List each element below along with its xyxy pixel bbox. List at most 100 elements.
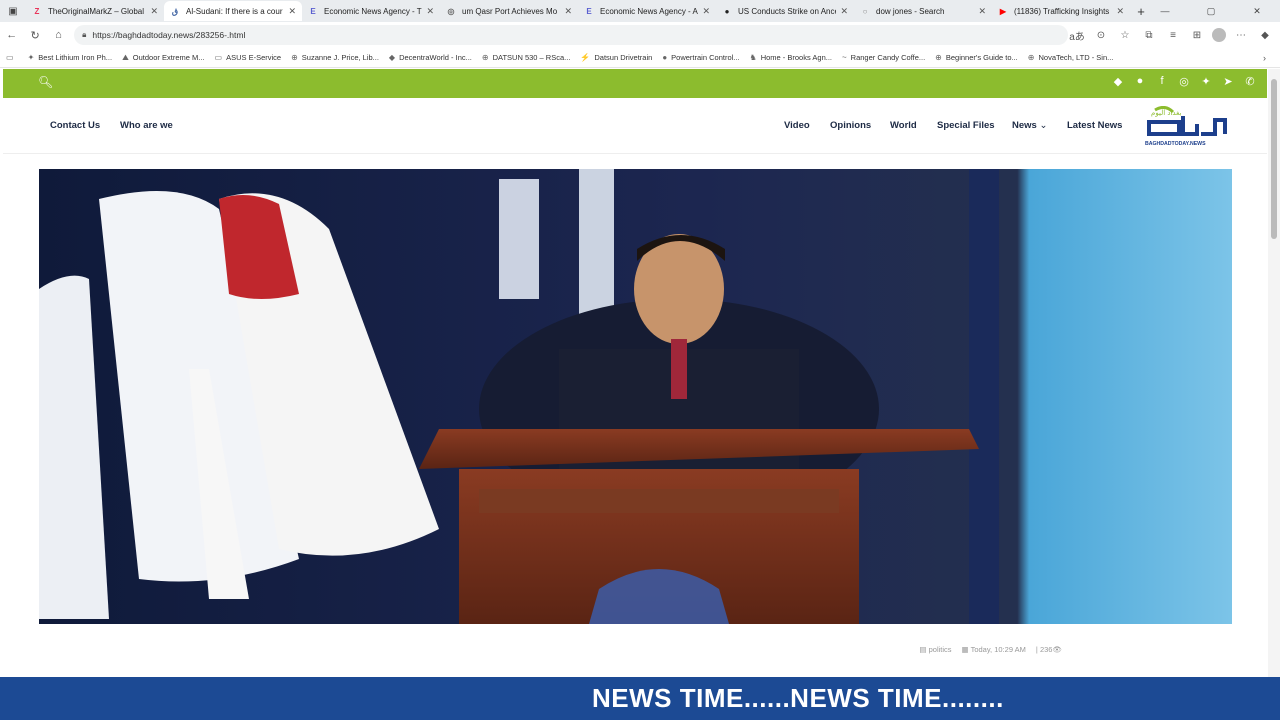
nav-opinions[interactable]: Opinions — [830, 120, 871, 131]
browser-tab[interactable]: E Economic News Agency - A ✕ — [578, 1, 716, 21]
scrollbar-thumb[interactable] — [1271, 79, 1277, 239]
tab-close-icon[interactable]: ✕ — [1116, 6, 1124, 17]
browser-tab[interactable]: Z TheOriginalMarkZ – Global ✕ — [26, 1, 164, 21]
nav-video[interactable]: Video — [784, 120, 810, 131]
tab-close-icon[interactable]: ✕ — [840, 6, 848, 17]
tab-favicon-icon: ● — [724, 6, 730, 16]
read-aloud-icon[interactable]: aあ — [1068, 28, 1086, 43]
bookmark-item[interactable]: ● Powertrain Control... — [662, 53, 739, 63]
bookmark-favicon-icon: ⊕ — [935, 53, 942, 62]
bookmark-favicon-icon: ● — [662, 53, 668, 62]
tab-title: um Qasr Port Achieves Mo — [462, 6, 558, 16]
logo-english-text: BAGHDADTODAY.NEWS — [1145, 141, 1206, 147]
bookmark-item[interactable]: ◆ DecentraWorld - Inc... — [389, 53, 472, 63]
browser-tab[interactable]: ○ dow jones - Search ✕ — [854, 1, 992, 21]
tab-close-icon[interactable]: ✕ — [150, 6, 158, 17]
bookmark-favicon-icon: ♞ — [749, 53, 757, 62]
more-tools-icon[interactable]: ⊙ — [1092, 30, 1110, 41]
tab-actions-icon[interactable]: ▣ — [0, 0, 26, 22]
bookmark-favicon-icon: ~ — [842, 53, 847, 62]
bookmark-favicon-icon: ⊕ — [1027, 53, 1035, 62]
instagram-icon[interactable]: ◎ — [1177, 75, 1191, 88]
whatsapp-icon[interactable]: ✆ — [1243, 75, 1257, 88]
tab-title: US Conducts Strike on Ance — [738, 6, 837, 16]
tab-favicon-icon: Z — [34, 6, 40, 16]
nav-world[interactable]: World — [890, 120, 917, 131]
bookmark-item[interactable]: ⊕ Suzanne J. Price, Lib... — [291, 53, 379, 63]
tab-favicon-icon: ق — [171, 6, 179, 16]
reload-icon[interactable]: ↻ — [23, 29, 46, 42]
twitter-icon[interactable]: ✦ — [1199, 75, 1213, 88]
bookmark-label: Ranger Candy Coffe... — [850, 53, 926, 62]
settings-menu-icon[interactable]: ⋯ — [1232, 30, 1250, 41]
bookmark-label: Suzanne J. Price, Lib... — [301, 53, 379, 62]
home-icon[interactable]: ⌂ — [47, 29, 70, 41]
extensions-icon[interactable]: ⧉ — [1140, 30, 1158, 41]
bookmark-item[interactable]: ✦ Best Lithium Iron Ph... — [28, 53, 113, 63]
chevron-down-icon: ⌄ — [1039, 120, 1048, 131]
article-hero-image — [39, 169, 1232, 624]
tab-close-icon[interactable]: ✕ — [288, 6, 296, 17]
tab-close-icon[interactable]: ✕ — [564, 6, 572, 17]
site-navigation: Contact Us Who are we Video Opinions Wor… — [3, 98, 1267, 154]
url-text: https://baghdadtoday.news/283256-.html — [92, 30, 246, 40]
bookmark-label: Outdoor Extreme M... — [132, 53, 205, 62]
telegram-icon[interactable]: ➤ — [1221, 75, 1235, 88]
browser-tab[interactable]: ق Al-Sudani: If there is a cour ✕ — [164, 1, 302, 21]
browser-tab[interactable]: ● US Conducts Strike on Ance ✕ — [716, 1, 854, 21]
browser-tab[interactable]: ▶ (11836) Trafficking Insights ✕ — [992, 1, 1130, 21]
tab-close-icon[interactable]: ✕ — [426, 6, 434, 17]
bookmark-item[interactable]: ♞ Home - Brooks Agn... — [750, 53, 832, 63]
bookmark-item[interactable]: ~ Ranger Candy Coffe... — [842, 53, 925, 63]
nav-who-are-we[interactable]: Who are we — [120, 120, 173, 131]
bookmark-favicon-icon: ⚡ — [580, 53, 591, 62]
bookmark-label: Home - Brooks Agn... — [760, 53, 832, 62]
browser-tab[interactable]: E Economic News Agency - Th ✕ — [302, 1, 440, 21]
bookmarks-overflow-icon[interactable]: › — [1263, 53, 1266, 63]
copilot-icon[interactable]: ◆ — [1256, 30, 1274, 41]
lock-icon: 🔒︎ — [82, 30, 87, 39]
minimize-icon[interactable]: — — [1142, 0, 1188, 22]
page-scrollbar[interactable] — [1268, 69, 1280, 677]
profile-avatar[interactable] — [1212, 28, 1226, 42]
favorites-icon[interactable]: ≡ — [1164, 30, 1182, 41]
url-field[interactable]: 🔒︎ https://baghdadtoday.news/283256-.htm… — [74, 25, 1068, 45]
bookmark-favicon-icon: ⛰ — [122, 52, 129, 62]
bookmark-label: Best Lithium Iron Ph... — [38, 53, 113, 62]
facebook-icon[interactable]: f — [1155, 75, 1169, 88]
category-text: politics — [928, 645, 952, 654]
bookmarks-folder-icon[interactable]: ▭ — [6, 53, 18, 62]
nav-latest-news[interactable]: Latest News — [1067, 120, 1122, 131]
bookmark-item[interactable]: ⊕ NovaTech, LTD - Sin... — [1028, 53, 1114, 63]
search-icon[interactable]: 🔍︎ — [38, 75, 53, 89]
window-controls: — ▢ ✕ — [1142, 0, 1280, 22]
bookmark-item[interactable]: ⚡ Datsun Drivetrain — [580, 53, 652, 63]
browser-tab[interactable]: ◎ um Qasr Port Achieves Mo ✕ — [440, 1, 578, 21]
site-logo[interactable]: بغداد اليوم BAGHDADTODAY.NEWS — [1143, 106, 1235, 148]
bookmark-item[interactable]: ⊕ DATSUN 530 – RSca... — [482, 53, 571, 63]
nav-news[interactable]: News ⌄ — [1012, 120, 1047, 131]
bookmark-label: Datsun Drivetrain — [594, 53, 653, 62]
bookmark-favicon-icon: ✦ — [27, 53, 35, 62]
ticker-text: NEWS TIME......NEWS TIME........ — [592, 683, 1004, 713]
tab-close-icon[interactable]: ✕ — [978, 6, 986, 17]
nav-special-files[interactable]: Special Files — [937, 120, 995, 131]
bookmark-item[interactable]: ⛰ Outdoor Extreme M... — [122, 53, 204, 63]
category-icon: ▤ — [919, 645, 927, 654]
android-icon[interactable]: ◆ — [1111, 75, 1125, 88]
article-meta: ▤ politics ▦ Today, 10:29 AM | 236👁︎ — [919, 645, 1062, 654]
article-category[interactable]: ▤ politics — [919, 645, 951, 654]
back-icon[interactable]: ← — [0, 29, 23, 41]
bookmark-item[interactable]: ⊕ Beginner's Guide to... — [935, 53, 1018, 63]
nav-contact-us[interactable]: Contact Us — [50, 120, 100, 131]
tab-close-icon[interactable]: ✕ — [702, 6, 710, 17]
apple-icon[interactable]: ● — [1133, 75, 1147, 88]
maximize-icon[interactable]: ▢ — [1188, 0, 1234, 22]
collections-icon[interactable]: ⊞ — [1188, 30, 1206, 41]
news-ticker: NEWS TIME......NEWS TIME........ — [0, 677, 1280, 720]
bookmark-item[interactable]: ▭ ASUS E-Service — [215, 53, 282, 63]
nav-news-label: News — [1012, 120, 1037, 131]
bookmark-favicon-icon: ▭ — [214, 53, 223, 62]
close-window-icon[interactable]: ✕ — [1234, 0, 1280, 22]
favorite-star-icon[interactable]: ☆ — [1116, 30, 1134, 41]
